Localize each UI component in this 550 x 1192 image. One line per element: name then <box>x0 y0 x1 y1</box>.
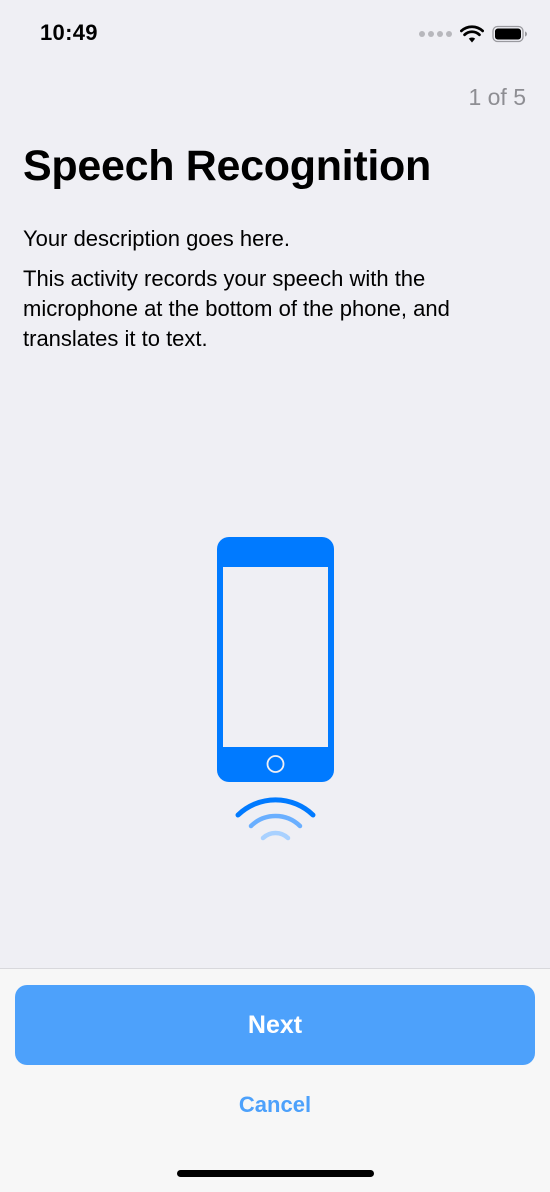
home-indicator <box>177 1170 374 1177</box>
detail-text: This activity records your speech with t… <box>23 266 450 351</box>
footer-panel: Next Cancel <box>0 968 550 1192</box>
next-button[interactable]: Next <box>15 985 535 1065</box>
signal-dots-icon <box>419 31 452 37</box>
phone-screen <box>223 567 328 747</box>
status-bar: 10:49 <box>0 0 550 70</box>
status-time: 10:49 <box>40 20 98 45</box>
cancel-button[interactable]: Cancel <box>175 1085 375 1125</box>
status-icons <box>419 22 528 46</box>
description-text: Your description goes here. <box>23 226 291 251</box>
description-block: Your description goes here. This activit… <box>23 224 528 364</box>
speech-wave-inner <box>260 830 291 841</box>
step-counter: 1 of 5 <box>468 84 526 110</box>
speech-wave-outer <box>235 797 316 818</box>
page-title: Speech Recognition <box>23 142 431 190</box>
wifi-icon <box>460 25 484 43</box>
battery-icon <box>492 25 527 43</box>
speech-wave-middle <box>248 813 303 829</box>
phone-speech-icon <box>217 537 334 841</box>
